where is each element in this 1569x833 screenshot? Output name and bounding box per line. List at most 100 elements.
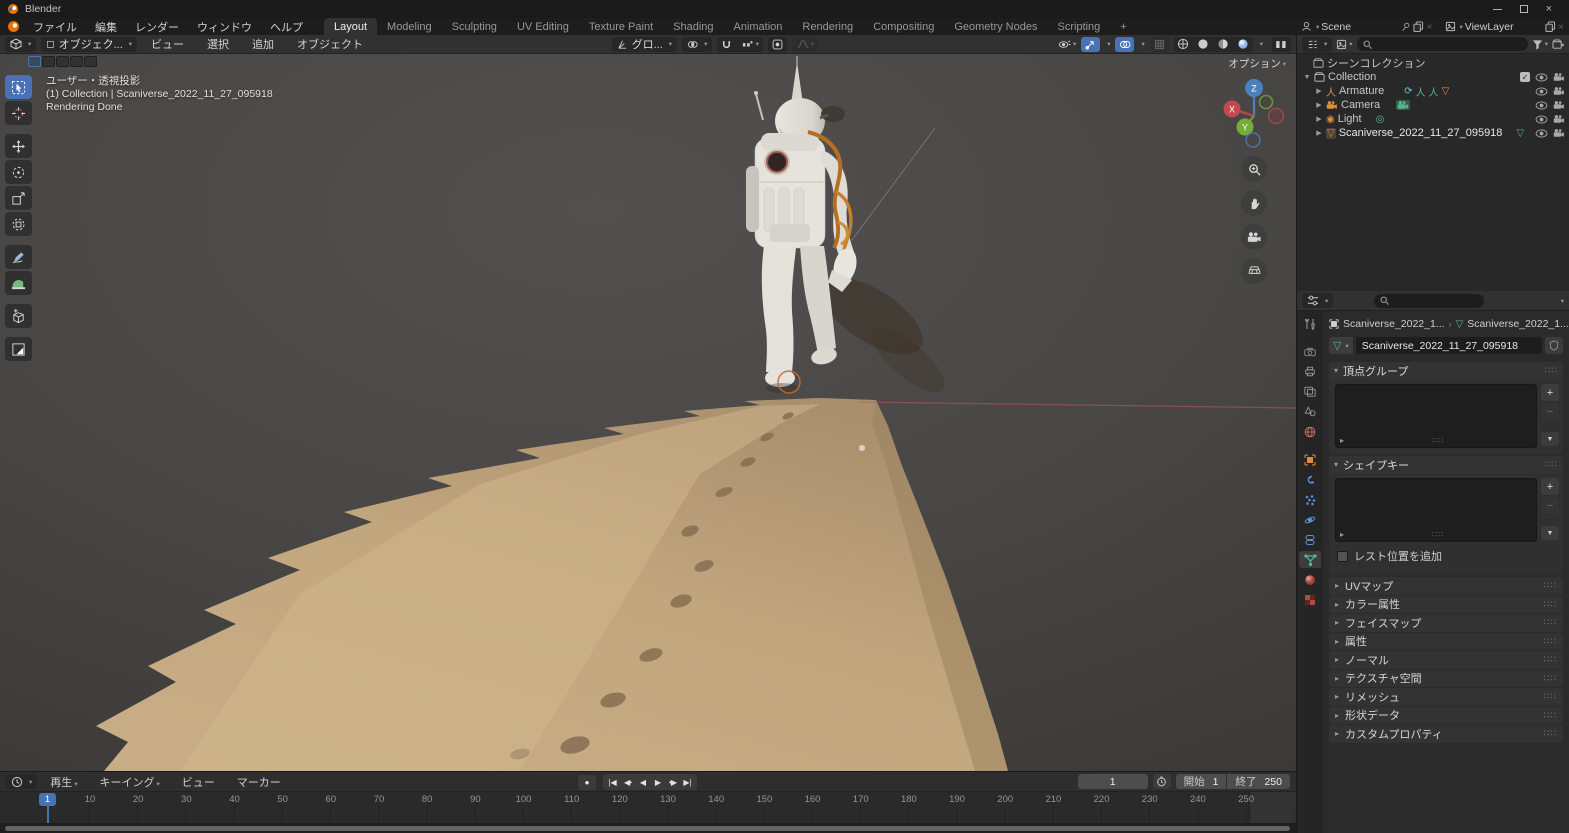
render-visibility-icon[interactable] — [1553, 100, 1565, 110]
tab-shading[interactable]: Shading — [663, 18, 723, 35]
playhead-current-frame[interactable]: 1 — [39, 793, 56, 806]
menu-window[interactable]: ウィンドウ — [188, 19, 261, 35]
tab-output[interactable] — [1299, 363, 1321, 380]
breadcrumb-data-name[interactable]: Scaniverse_2022_1... — [1467, 318, 1569, 330]
timeline-menu-keying[interactable]: キーイング▾ — [91, 774, 169, 790]
blender-menu-icon[interactable] — [3, 20, 24, 33]
render-visibility-icon[interactable] — [1553, 72, 1565, 82]
expand-icon[interactable] — [1335, 711, 1339, 720]
transform-orientation-dropdown[interactable]: グロ... ▾ — [612, 37, 677, 52]
maximize-icon[interactable] — [1520, 5, 1528, 13]
jump-to-end-button[interactable] — [680, 775, 695, 789]
shape-keys-header[interactable]: シェイプキー — [1329, 456, 1563, 473]
tool-measure[interactable] — [5, 271, 32, 295]
editor-type-button[interactable]: ▾ — [5, 37, 36, 52]
xray-toggle[interactable] — [1150, 37, 1169, 52]
collection-checkbox[interactable] — [1520, 72, 1530, 82]
filter-dropdown[interactable]: ▾ — [1532, 39, 1548, 50]
hide-eye-icon[interactable] — [1535, 129, 1548, 138]
expand-icon[interactable] — [1335, 729, 1339, 738]
menu-edit[interactable]: 編集 — [86, 19, 126, 35]
hide-eye-icon[interactable] — [1535, 115, 1548, 124]
tab-particles[interactable] — [1299, 491, 1321, 508]
panel-grip-icon[interactable] — [1544, 728, 1557, 739]
expand-icon[interactable]: ▶ — [1315, 101, 1323, 109]
timeline-scrollbar[interactable] — [0, 823, 1296, 833]
minimize-icon[interactable] — [1493, 9, 1502, 10]
expand-icon[interactable]: ▶ — [1315, 129, 1323, 137]
viewport-menu-add[interactable]: 追加 — [243, 36, 283, 52]
frame-start-field[interactable]: 開始 1 — [1176, 774, 1227, 789]
tab-modeling[interactable]: Modeling — [377, 18, 442, 35]
datablock-name-field[interactable]: Scaniverse_2022_11_27_095918 — [1356, 337, 1542, 354]
row-armature[interactable]: ▶ 人 Armature ⟳ 人 人 ▽ — [1297, 84, 1569, 98]
collapsed-panel[interactable]: カラー属性 — [1329, 596, 1563, 614]
render-visibility-icon[interactable] — [1553, 114, 1565, 124]
panel-grip-icon[interactable] — [1544, 673, 1557, 684]
tab-render[interactable] — [1299, 343, 1321, 360]
remove-vertex-group-button[interactable] — [1541, 403, 1559, 420]
collapsed-panel[interactable]: カスタムプロパティ — [1329, 725, 1563, 743]
tab-uv-editing[interactable]: UV Editing — [507, 18, 579, 35]
tool-move[interactable] — [5, 134, 32, 158]
collapse-icon[interactable] — [1334, 460, 1338, 469]
timeline-menu-play[interactable]: 再生▾ — [41, 774, 86, 790]
add-rest-position-checkbox[interactable] — [1337, 551, 1348, 562]
snap-magnet-toggle[interactable] — [717, 37, 736, 52]
panel-grip-icon[interactable] — [1545, 365, 1558, 376]
tab-geometry-nodes[interactable]: Geometry Nodes — [944, 18, 1047, 35]
remove-shape-key-button[interactable] — [1541, 497, 1559, 514]
tab-physics[interactable] — [1299, 511, 1321, 528]
collapsed-panel[interactable]: テクスチャ空間 — [1329, 670, 1563, 688]
hide-eye-icon[interactable] — [1535, 87, 1548, 96]
timeline-menu-view[interactable]: ビュー — [173, 774, 224, 790]
menu-render[interactable]: レンダー — [126, 19, 188, 35]
select-set-icon[interactable] — [28, 56, 41, 67]
row-light[interactable]: ▶ ◉ Light ◎ — [1297, 112, 1569, 126]
proportional-editing-toggle[interactable] — [768, 37, 787, 52]
close-icon[interactable]: × — [1546, 4, 1552, 15]
tool-extra[interactable] — [5, 337, 32, 361]
expand-icon[interactable]: ▶ — [1315, 87, 1323, 95]
scene-name-field[interactable]: Scene — [1321, 21, 1399, 33]
tool-cursor[interactable] — [5, 101, 32, 125]
expand-icon[interactable] — [1335, 692, 1339, 701]
shape-keys-list[interactable] — [1335, 478, 1537, 542]
tool-select-box[interactable] — [5, 75, 32, 99]
shading-material-button[interactable] — [1214, 37, 1233, 52]
list-resize-grip[interactable] — [1344, 530, 1532, 539]
collapse-icon[interactable]: ▼ — [1303, 74, 1311, 81]
add-workspace-button[interactable]: + — [1110, 18, 1136, 35]
timeline-menu-marker[interactable]: マーカー — [228, 774, 290, 790]
play-reverse-button[interactable] — [635, 775, 650, 789]
viewlayer-dropdown-caret[interactable]: ▾ — [1460, 23, 1463, 31]
tab-layout[interactable]: Layout — [324, 18, 377, 35]
new-collection-button[interactable] — [1552, 39, 1564, 50]
tab-modifiers[interactable] — [1299, 471, 1321, 488]
next-keyframe-button[interactable] — [665, 775, 680, 789]
menu-help[interactable]: ヘルプ — [261, 19, 312, 35]
tab-object[interactable] — [1299, 451, 1321, 468]
panel-grip-icon[interactable] — [1544, 691, 1557, 702]
ortho-toggle-button[interactable] — [1241, 258, 1267, 284]
outliner-search-input[interactable] — [1357, 37, 1528, 51]
tab-world[interactable] — [1299, 423, 1321, 440]
snap-to-dropdown[interactable]: ▾ — [737, 37, 763, 52]
zoom-button[interactable] — [1241, 156, 1267, 182]
scene-icon[interactable] — [1301, 21, 1312, 32]
play-button[interactable] — [650, 775, 665, 789]
timeline-editor-type-button[interactable]: ▾ — [6, 774, 37, 789]
tab-material[interactable] — [1299, 571, 1321, 588]
falloff-dropdown[interactable]: ▾ — [792, 37, 818, 52]
tab-animation[interactable]: Animation — [724, 18, 793, 35]
tab-texture[interactable] — [1299, 591, 1321, 608]
display-mode-dropdown[interactable]: ▾ — [1336, 39, 1352, 50]
row-camera[interactable]: ▶ Camera — [1297, 98, 1569, 112]
add-vertex-group-button[interactable] — [1541, 384, 1559, 401]
collapsed-panel[interactable]: 属性 — [1329, 633, 1563, 651]
expand-icon[interactable]: ▶ — [1315, 115, 1323, 123]
render-visibility-icon[interactable] — [1553, 128, 1565, 138]
hide-eye-icon[interactable] — [1535, 73, 1548, 82]
viewlayer-name-field[interactable]: ViewLayer — [1465, 21, 1543, 33]
tab-object-data[interactable] — [1299, 551, 1321, 568]
